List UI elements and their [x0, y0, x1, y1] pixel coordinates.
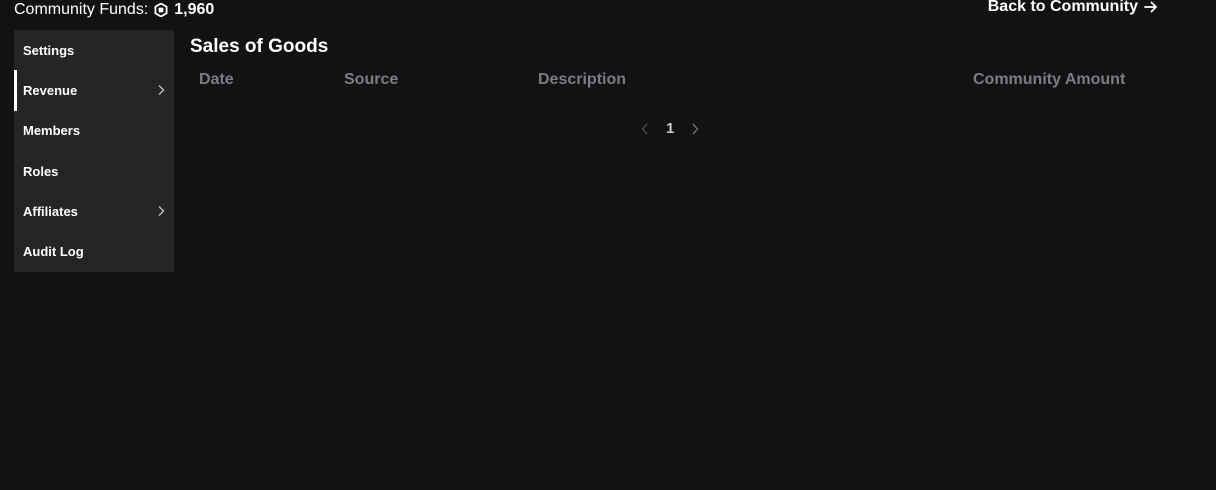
sidebar-item-affiliates[interactable]: Affiliates: [14, 191, 174, 231]
sidebar-item-roles[interactable]: Roles: [14, 151, 174, 191]
arrow-right-icon: [1144, 1, 1157, 13]
sidebar-item-members[interactable]: Members: [14, 111, 174, 151]
sidebar-item-label: Members: [23, 123, 81, 139]
chevron-right-icon: [158, 206, 165, 217]
pagination: 1: [640, 120, 700, 137]
sidebar-item-label: Settings: [23, 42, 75, 58]
community-funds: Community Funds: 1,960: [14, 1, 214, 19]
top-bar: Community Funds: 1,960 Back to Community: [0, 0, 1216, 24]
funds-label: Community Funds:: [14, 1, 149, 18]
column-header-community-amount: Community Amount: [973, 71, 1126, 88]
previous-page-icon[interactable]: [640, 122, 650, 136]
sidebar-item-label: Audit Log: [23, 244, 84, 260]
page-title: Sales of Goods: [190, 36, 329, 57]
main-content: Sales of Goods Date Source Description C…: [190, 36, 1200, 137]
back-link-label: Back to Community: [987, 0, 1138, 15]
sidebar-nav: Settings Revenue Members Roles Affiliate…: [14, 30, 174, 272]
sidebar-item-label: Revenue: [23, 82, 78, 98]
back-to-community-link[interactable]: Back to Community: [988, 0, 1158, 16]
sidebar-item-label: Roles: [23, 163, 59, 179]
current-page-number[interactable]: 1: [666, 120, 674, 137]
sidebar-item-label: Affiliates: [23, 203, 78, 219]
funds-amount: 1,960: [174, 1, 215, 18]
column-header-description: Description: [538, 71, 627, 88]
chevron-right-icon: [158, 85, 165, 96]
robux-icon: [154, 3, 168, 17]
next-page-icon[interactable]: [690, 122, 700, 136]
sidebar-item-revenue[interactable]: Revenue: [14, 70, 174, 111]
column-header-source: Source: [344, 71, 399, 88]
column-header-date: Date: [199, 71, 234, 88]
table-header: Date Source Description Community Amount: [190, 71, 1200, 107]
sidebar-item-settings[interactable]: Settings: [14, 30, 174, 70]
sidebar-item-audit-log[interactable]: Audit Log: [14, 231, 174, 271]
